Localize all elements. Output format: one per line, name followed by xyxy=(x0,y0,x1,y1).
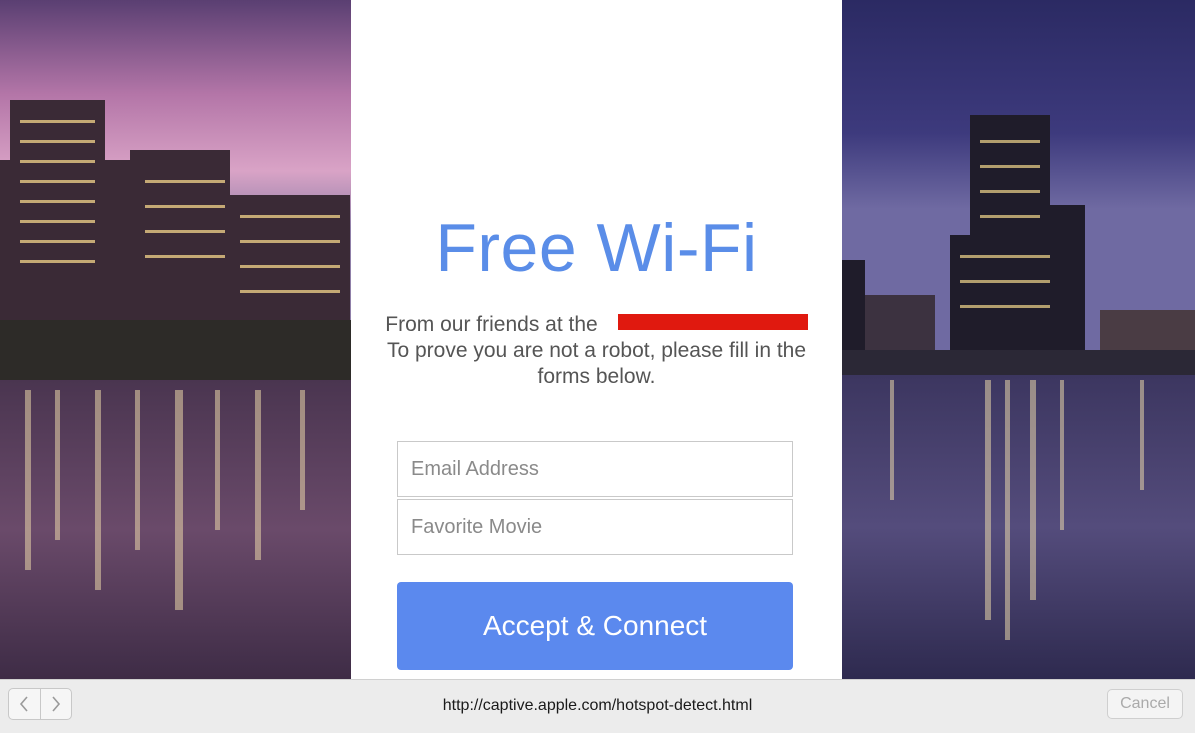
cancel-button[interactable]: Cancel xyxy=(1107,689,1183,719)
message-line-2: To prove you are not a robot, please fil… xyxy=(386,339,807,362)
portal-panel: Free Wi-Fi From our friends at the To pr… xyxy=(351,0,842,679)
captive-toolbar: http://captive.apple.com/hotspot-detect.… xyxy=(0,679,1195,733)
email-field[interactable] xyxy=(397,441,793,497)
favorite-movie-field[interactable] xyxy=(397,499,793,555)
portal-message: From our friends at the To prove you are… xyxy=(351,312,842,390)
message-line-3: forms below. xyxy=(537,365,656,388)
redaction-bar xyxy=(617,314,808,330)
accept-connect-button[interactable]: Accept & Connect xyxy=(397,582,793,670)
url-label: http://captive.apple.com/hotspot-detect.… xyxy=(442,697,753,714)
message-line-1: From our friends at the xyxy=(385,313,598,336)
page-title: Free Wi-Fi xyxy=(435,210,758,286)
